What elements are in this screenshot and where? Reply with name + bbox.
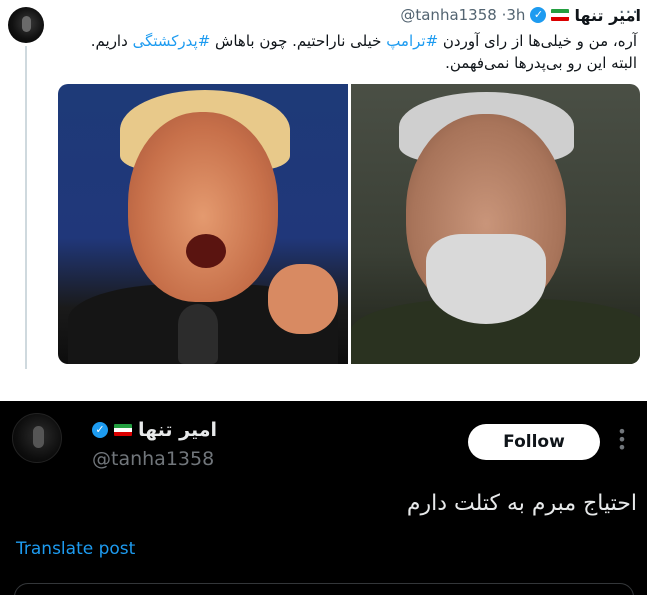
photo-shape	[186, 234, 226, 268]
photo-shape	[268, 264, 338, 334]
more-options-icon[interactable]: ···	[619, 2, 639, 23]
more-options-icon[interactable]: • • •	[617, 424, 627, 456]
hashtag-link[interactable]: #ترامپ	[386, 32, 438, 50]
media-photo-right[interactable]	[350, 84, 640, 364]
handle-and-time: @tanha1358 ·3h	[400, 6, 525, 24]
avatar[interactable]	[8, 7, 44, 43]
thread-line	[25, 46, 27, 369]
tweet-text: آره، من و خیلی‌ها از رای آوردن #ترامپ خی…	[60, 30, 637, 74]
author-name[interactable]: امیر تنها	[138, 419, 217, 441]
photo-shape	[178, 304, 218, 364]
tweet-media	[58, 84, 640, 364]
author-line: امیر تنها ✓	[92, 419, 217, 441]
media-photo-left[interactable]	[58, 84, 348, 364]
timestamp[interactable]: 3h	[506, 6, 525, 24]
verified-badge-icon: ✓	[530, 7, 547, 23]
handle[interactable]: @tanha1358	[400, 6, 496, 24]
follow-button[interactable]: Follow	[468, 424, 600, 460]
top-tweet: امیر تنها ✓ @tanha1358 ·3h ··· آره، من و…	[0, 0, 647, 369]
tweet-header: امیر تنها ✓ @tanha1358 ·3h	[52, 4, 641, 26]
tweet-text-line-1: آره، من و خیلی‌ها از رای آوردن #ترامپ خی…	[60, 30, 637, 52]
avatar[interactable]	[12, 413, 62, 463]
iran-flag-icon	[114, 424, 132, 436]
hashtag-link[interactable]: #پدرکشتگی	[133, 32, 211, 50]
verified-badge-icon: ✓	[92, 422, 108, 438]
handle[interactable]: @tanha1358	[92, 448, 214, 470]
text-segment: آره، من و خیلی‌ها از رای آوردن	[438, 32, 637, 50]
bottom-tweet: امیر تنها ✓ @tanha1358 Follow • • • احتیاج…	[0, 401, 647, 595]
photo-shape	[425, 234, 546, 324]
text-segment: داریم.	[90, 32, 133, 50]
tweet-text: احتیاج مبرم به کتلت دارم	[406, 491, 637, 516]
tweet-text-line-2: البته این رو بی‌پدرها نمی‌فهمن.	[445, 54, 637, 72]
text-segment: خیلی ناراحتیم. چون باهاش	[210, 32, 387, 50]
photo-shape	[128, 112, 278, 302]
iran-flag-icon	[551, 9, 570, 21]
translate-post-link[interactable]: Translate post	[16, 539, 135, 559]
quoted-card-edge	[14, 583, 634, 595]
